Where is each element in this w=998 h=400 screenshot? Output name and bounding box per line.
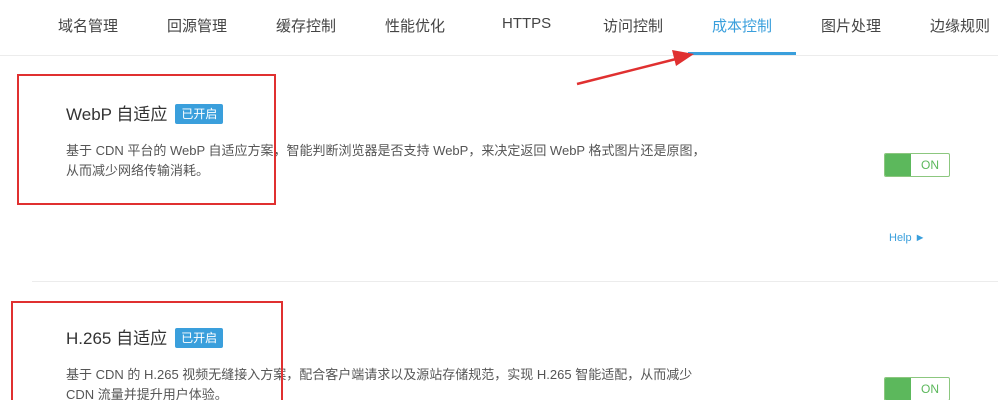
annotation-arrow-icon xyxy=(576,50,694,86)
